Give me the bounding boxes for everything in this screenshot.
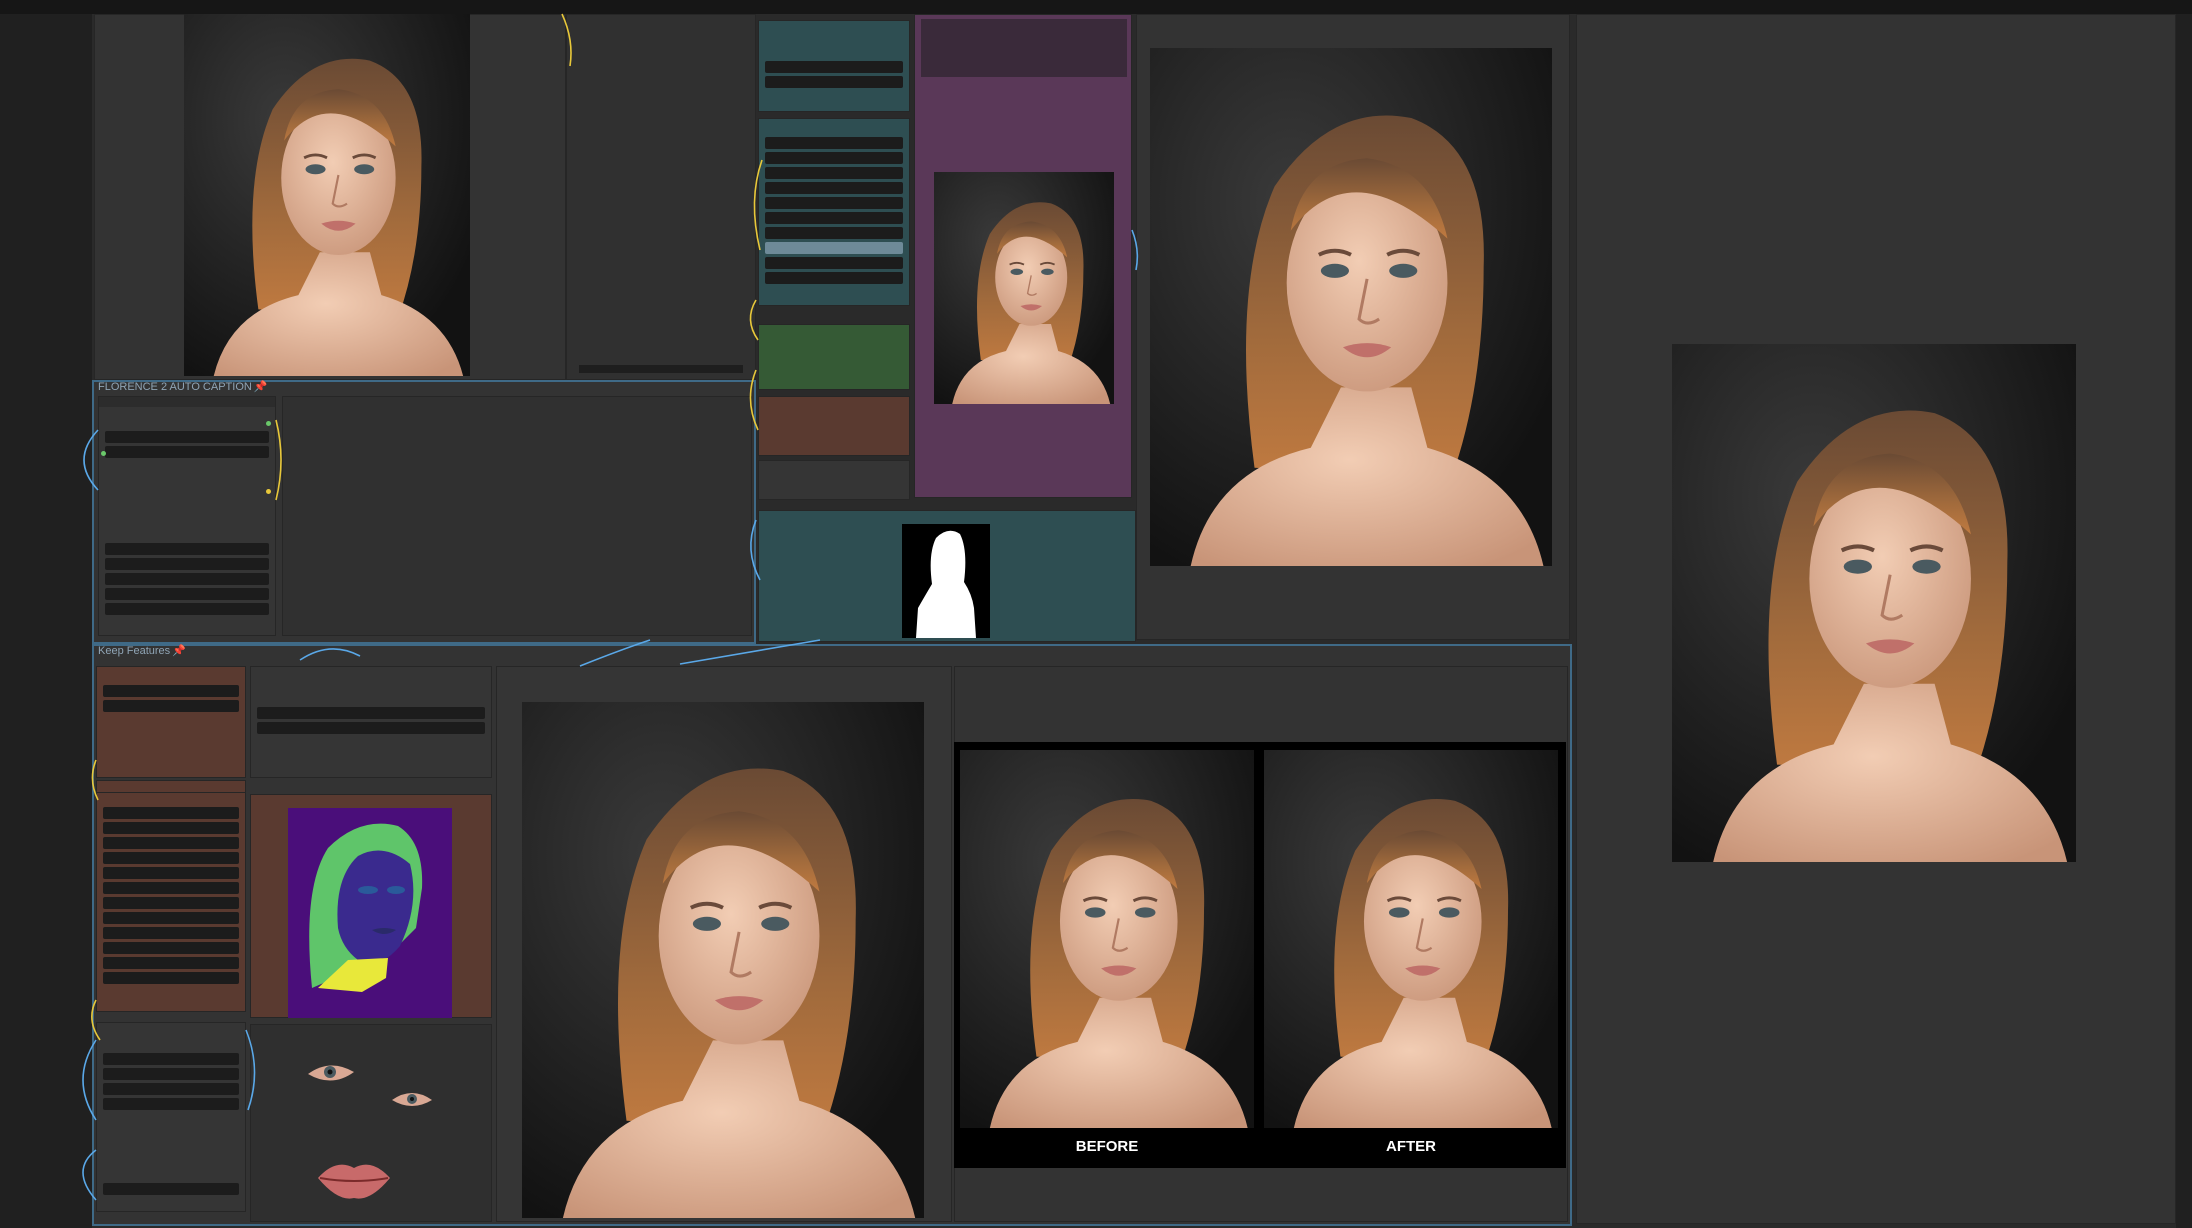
sampler-settings-node[interactable] <box>758 118 910 306</box>
feature-params-node[interactable] <box>96 792 246 1012</box>
before-label: BEFORE <box>1075 1138 1139 1155</box>
extracted-lips <box>316 1156 392 1202</box>
widget-field[interactable] <box>103 1053 239 1065</box>
widget-field[interactable] <box>103 837 239 849</box>
reference-portrait-image <box>934 172 1114 404</box>
result-portrait-image <box>522 702 924 1218</box>
pin-icon: 📌 <box>253 381 268 393</box>
caption-output-node[interactable] <box>282 396 752 636</box>
widget-field[interactable] <box>765 182 903 194</box>
widget-field[interactable] <box>103 1098 239 1110</box>
pin-icon: 📌 <box>172 645 186 657</box>
widget-field[interactable] <box>105 588 269 600</box>
widget-field[interactable] <box>103 852 239 864</box>
widget-field[interactable] <box>257 722 485 734</box>
widget-field[interactable] <box>765 227 903 239</box>
widget-field[interactable] <box>765 167 903 179</box>
widget-field[interactable] <box>103 867 239 879</box>
output-slot[interactable] <box>266 489 271 494</box>
widget-field[interactable] <box>103 957 239 969</box>
widget-field[interactable] <box>103 1183 239 1195</box>
input-portrait-image <box>184 14 470 376</box>
subject-mask-image <box>902 524 990 638</box>
widget-field[interactable] <box>103 822 239 834</box>
widget-field[interactable] <box>103 1068 239 1080</box>
widget-field[interactable] <box>103 882 239 894</box>
feature-loader-node[interactable] <box>96 666 246 778</box>
widget-field[interactable] <box>765 197 903 209</box>
after-image <box>1264 750 1558 1128</box>
widget-field[interactable] <box>765 61 903 73</box>
widget-field[interactable] <box>105 558 269 570</box>
clip-text-node[interactable] <box>758 20 910 112</box>
widget-field[interactable] <box>257 707 485 719</box>
feature-combine-node[interactable] <box>96 1022 246 1212</box>
final-portrait-image <box>1672 344 2076 862</box>
widget-field[interactable] <box>765 257 903 269</box>
output-portrait-image <box>1150 48 1552 566</box>
widget-field[interactable] <box>103 942 239 954</box>
output-slot[interactable] <box>266 421 271 426</box>
widget-field[interactable] <box>103 912 239 924</box>
widget-field[interactable] <box>103 972 239 984</box>
widget-field[interactable] <box>765 272 903 284</box>
widget-field[interactable] <box>103 1083 239 1095</box>
widget-field[interactable] <box>103 927 239 939</box>
widget-field[interactable] <box>765 76 903 88</box>
widget-field[interactable] <box>105 543 269 555</box>
group-title: FLORENCE 2 AUTO CAPTION <box>98 381 252 393</box>
widget-field[interactable] <box>103 807 239 819</box>
widget-field[interactable] <box>105 603 269 615</box>
input-slot[interactable] <box>101 451 106 456</box>
node-progress-bar <box>579 365 743 373</box>
after-label: AFTER <box>1386 1138 1436 1155</box>
face-segmentation-map <box>288 808 452 1018</box>
widget-field[interactable] <box>103 685 239 697</box>
widget-field[interactable] <box>103 897 239 909</box>
widget-field[interactable] <box>765 242 903 254</box>
florence-loader-node[interactable] <box>98 396 276 636</box>
widget-field[interactable] <box>765 137 903 149</box>
widget-field[interactable] <box>765 152 903 164</box>
brown-conditioning-node[interactable] <box>758 396 910 456</box>
widget-field[interactable] <box>105 446 269 458</box>
widget-field[interactable] <box>103 700 239 712</box>
widget-field[interactable] <box>105 431 269 443</box>
group-title: Keep Features <box>98 645 171 657</box>
top-toolbar <box>0 0 2192 14</box>
extracted-right-eye <box>390 1088 434 1112</box>
widget-field[interactable] <box>105 573 269 585</box>
green-conditioning-node[interactable] <box>758 324 910 390</box>
extracted-left-eye <box>306 1060 356 1086</box>
header-widgets <box>921 19 1127 77</box>
dark-utility-node[interactable] <box>758 460 910 500</box>
segmentation-settings-node[interactable] <box>250 666 492 778</box>
preview-node-empty[interactable] <box>566 14 756 380</box>
before-image <box>960 750 1254 1128</box>
widget-field[interactable] <box>765 212 903 224</box>
